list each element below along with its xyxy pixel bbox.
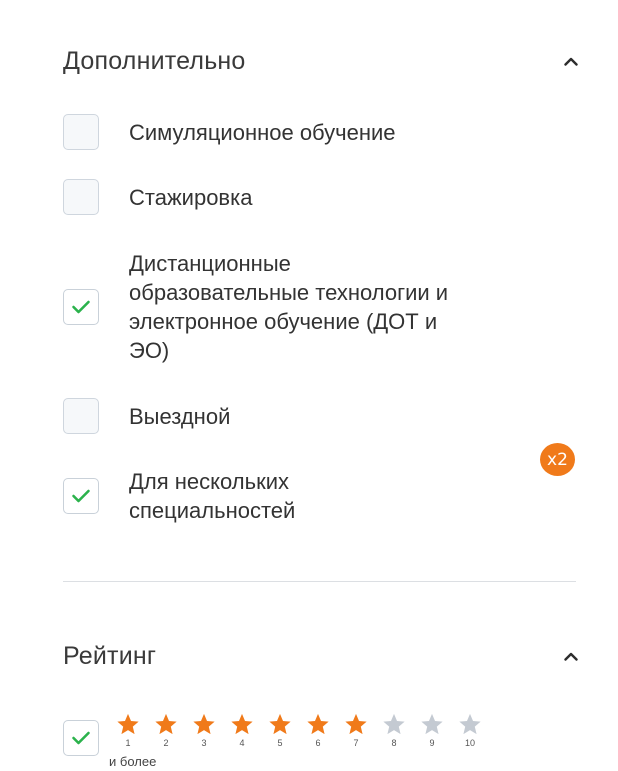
section-divider [63, 581, 576, 582]
star-icon [307, 713, 329, 735]
rating-filter[interactable]: 1 2 3 4 5 6 7 8 9 10 и более [63, 712, 513, 769]
rating-star-3[interactable]: 3 [185, 712, 223, 748]
checkbox-simulation[interactable] [63, 114, 99, 150]
checkmark-icon [72, 300, 90, 314]
rating-star-7[interactable]: 7 [337, 712, 375, 748]
option-simulation[interactable]: Симуляционное обучение [63, 113, 563, 151]
chevron-up-icon[interactable] [563, 53, 579, 69]
rating-and-more-label: и более [109, 754, 157, 769]
rating-star-9[interactable]: 9 [413, 712, 451, 748]
rating-star-2[interactable]: 2 [147, 712, 185, 748]
chevron-up-icon[interactable] [563, 648, 579, 664]
star-icon [459, 713, 481, 735]
option-label-multiple-specialties: Для нескольких специальностей [129, 469, 296, 523]
checkmark-icon [72, 489, 90, 503]
rating-star-number: 6 [315, 738, 321, 748]
checkbox-multiple-specialties[interactable] [63, 478, 99, 514]
option-label-distance-learning: Дистанционные образовательные технологии… [129, 251, 449, 363]
option-multiple-specialties[interactable]: Для нескольких специальностей [63, 466, 563, 526]
star-icon [193, 713, 215, 735]
star-icon [383, 713, 405, 735]
option-label-internship: Стажировка [129, 184, 253, 210]
option-internship[interactable]: Стажировка [63, 178, 563, 216]
option-field-trip[interactable]: Выездной [63, 397, 563, 435]
star-icon [155, 713, 177, 735]
star-icon [231, 713, 253, 735]
rating-star-4[interactable]: 4 [223, 712, 261, 748]
rating-star-5[interactable]: 5 [261, 712, 299, 748]
section-title-additional: Дополнительно [63, 46, 246, 75]
star-icon [345, 713, 367, 735]
rating-stars[interactable]: 1 2 3 4 5 6 7 8 9 10 [109, 712, 489, 748]
rating-star-1[interactable]: 1 [109, 712, 147, 748]
section-header-additional[interactable]: Дополнительно [63, 41, 579, 81]
rating-star-number: 7 [353, 738, 359, 748]
checkmark-icon [72, 731, 90, 745]
section-title-rating: Рейтинг [63, 641, 157, 670]
section-header-rating[interactable]: Рейтинг [63, 636, 579, 676]
star-icon [269, 713, 291, 735]
option-label-simulation: Симуляционное обучение [129, 119, 396, 145]
rating-star-number: 1 [125, 738, 131, 748]
rating-star-number: 5 [277, 738, 283, 748]
option-label-field-trip: Выездной [129, 403, 231, 429]
checkbox-distance-learning[interactable] [63, 289, 99, 325]
checkbox-rating[interactable] [63, 720, 99, 756]
option-distance-learning[interactable]: Дистанционные образовательные технологии… [63, 247, 563, 367]
star-icon [117, 713, 139, 735]
rating-star-6[interactable]: 6 [299, 712, 337, 748]
rating-star-number: 3 [201, 738, 207, 748]
rating-star-number: 10 [464, 738, 475, 748]
checkbox-internship[interactable] [63, 179, 99, 215]
filter-panel: Дополнительно Симуляционное обучение Ста… [0, 0, 618, 771]
rating-star-number: 8 [391, 738, 397, 748]
rating-star-number: 2 [163, 738, 169, 748]
rating-star-number: 9 [429, 738, 435, 748]
selection-count-badge[interactable]: x2 [540, 443, 575, 476]
rating-star-number: 4 [239, 738, 245, 748]
rating-star-10[interactable]: 10 [451, 712, 489, 748]
checkbox-field-trip[interactable] [63, 398, 99, 434]
rating-star-8[interactable]: 8 [375, 712, 413, 748]
star-icon [421, 713, 443, 735]
